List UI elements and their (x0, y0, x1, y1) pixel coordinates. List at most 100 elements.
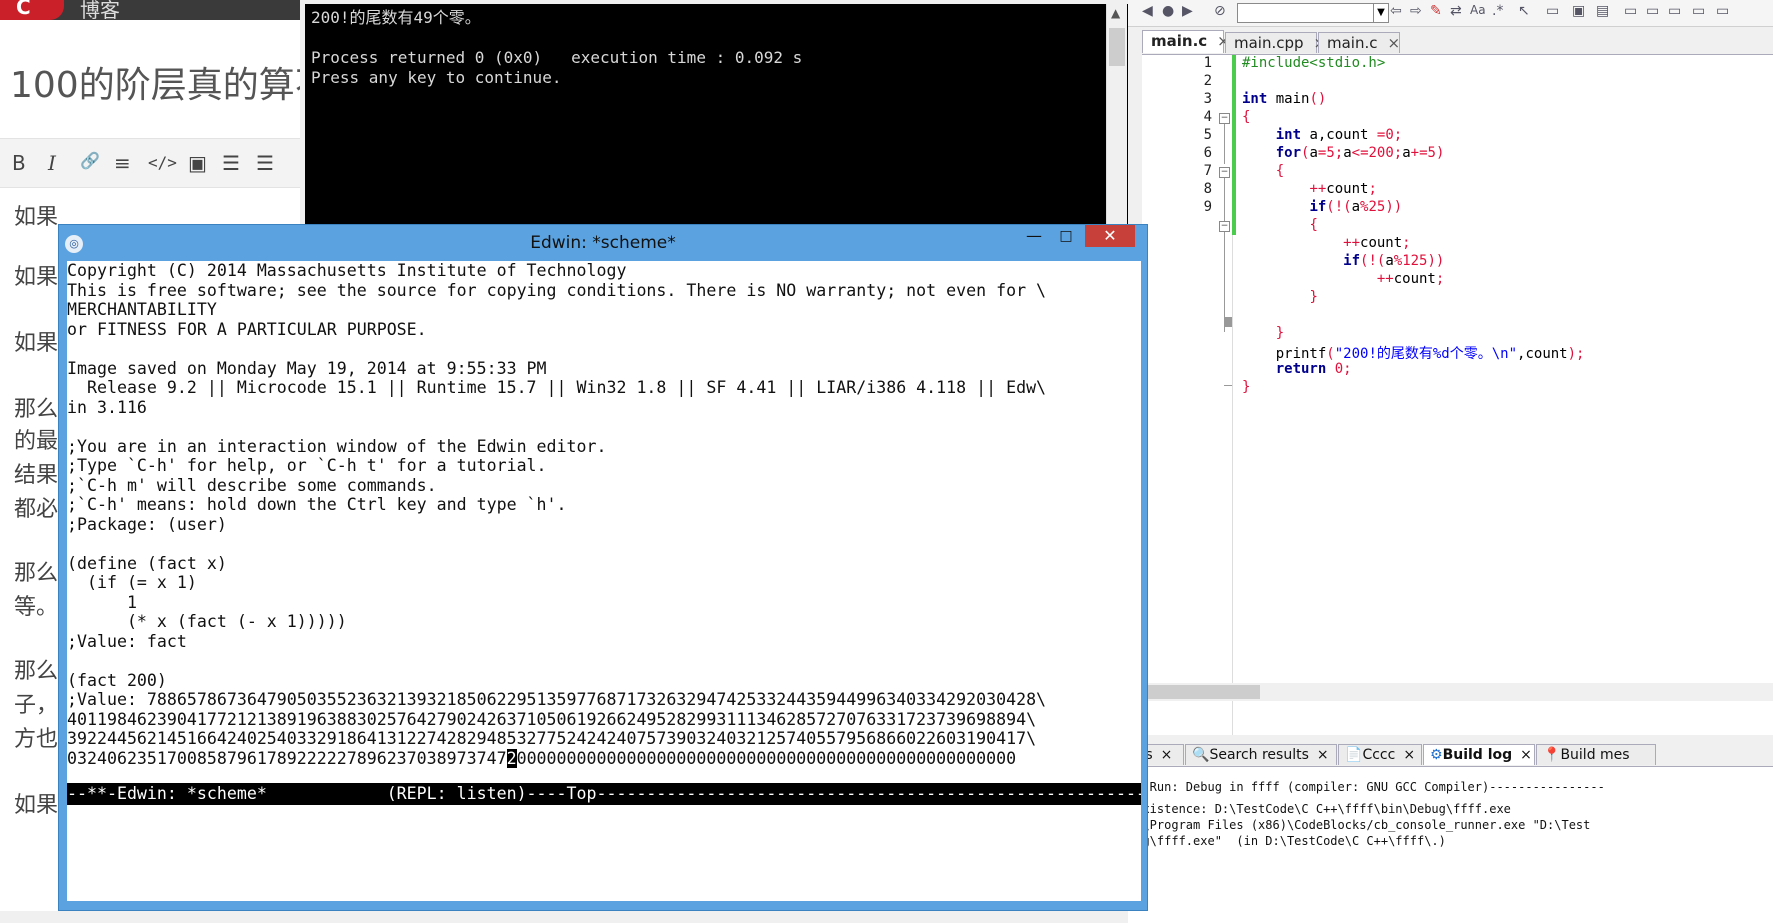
indent-icon[interactable]: ≡ (114, 151, 131, 175)
search-combo[interactable]: ▼ (1237, 3, 1389, 23)
select-icon[interactable]: ↖ (1518, 3, 1530, 19)
image-icon[interactable]: ▣ (188, 151, 207, 175)
blog-paragraph: 如果 (14, 205, 59, 230)
repl-line: ;Value: 78865786736479050355236321393218… (67, 690, 1047, 709)
close-icon[interactable]: × (1317, 747, 1329, 763)
tab-search-results[interactable]: 🔍Search results × (1185, 744, 1337, 765)
scroll-thumb[interactable] (1109, 28, 1125, 66)
forward-arrow-icon[interactable]: ⇨ (1410, 3, 1422, 19)
fold-minus-icon[interactable]: − (1219, 113, 1230, 124)
abort-icon[interactable]: ⊘ (1214, 3, 1226, 19)
layout-icon[interactable]: ▭ (1646, 3, 1659, 19)
rect-icon[interactable]: ▭ (1546, 3, 1559, 19)
repl-line: (if (= x 1) (67, 573, 197, 592)
repl-line: or FITNESS FOR A PARTICULAR PURPOSE. (67, 319, 427, 339)
repl-line: 4011984623904177212138919638830257642790… (67, 709, 1037, 729)
italic-icon[interactable]: I (48, 151, 56, 175)
repl-line: in 3.116 (67, 397, 147, 417)
chevron-down-icon[interactable]: ▼ (1373, 4, 1388, 22)
highlight-icon[interactable]: ✎ (1430, 3, 1442, 19)
csdn-logo[interactable]: C (0, 0, 64, 20)
line-gutter: 1 2 3 4 5 6 7 8 9 − − − (1142, 55, 1233, 735)
tab-build-messages[interactable]: 📍Build mes (1536, 744, 1656, 765)
code-line: ++count; (1309, 181, 1377, 197)
fold-minus-icon[interactable]: − (1219, 167, 1230, 178)
tab-main-cpp[interactable]: main.cpp× (1225, 32, 1326, 53)
editor-horizontal-scrollbar[interactable] (1142, 683, 1773, 701)
tab-main-c-2[interactable]: main.c × (1318, 32, 1400, 53)
ordered-list-icon[interactable]: ☰ (222, 151, 240, 175)
unordered-list-icon[interactable]: ☰ (256, 151, 274, 175)
editor-toolbar: B I 🔗 ≡ </> ▣ ☰ ☰ (0, 138, 300, 188)
line-number: 2 (1203, 73, 1212, 89)
code-icon[interactable]: </> (148, 153, 177, 172)
close-button[interactable]: ✕ (1085, 225, 1135, 247)
layout-icon[interactable]: ▭ (1692, 3, 1705, 19)
line-number: 8 (1203, 181, 1212, 197)
build-log-output[interactable]: -- Run: Debug in ffff (compiler: GNU GCC… (1128, 767, 1773, 923)
log-tabs: ocks× 🔍Search results× 📄Cccc× ⚙Build log… (1114, 742, 1773, 767)
log-line: C:\Program Files (x86)\CodeBlocks/cb_con… (1128, 818, 1591, 832)
link-icon[interactable]: 🔗 (80, 151, 100, 170)
minimize-button[interactable]: — (1019, 225, 1049, 247)
step-back-icon[interactable]: ◀ (1142, 3, 1153, 19)
scroll-thumb[interactable] (1142, 685, 1260, 699)
bold-icon[interactable]: B (12, 151, 26, 175)
repl-line: (define (fact x) (67, 553, 227, 573)
code-editor[interactable]: 1 2 3 4 5 6 7 8 9 − − − #include<stdio.h… (1142, 55, 1773, 735)
article-title-input[interactable]: 100的阶层真的算不 (10, 56, 300, 108)
edwin-window: ◎ Edwin: *scheme* — □ ✕ Copyright (C) 20… (58, 224, 1148, 911)
tab-cccc[interactable]: 📄Cccc × (1338, 744, 1422, 765)
step-forward-icon[interactable]: ▶ (1182, 3, 1193, 19)
back-arrow-icon[interactable]: ⇦ (1390, 3, 1402, 19)
close-icon[interactable]: × (1403, 747, 1415, 763)
repl-line: Release 9.2 || Microcode 15.1 || Runtime… (67, 378, 1047, 397)
close-icon[interactable]: × (1388, 34, 1401, 52)
regex-icon[interactable]: .* (1492, 3, 1503, 19)
console-output[interactable]: 200!的尾数有49个零。 Process returned 0 (0x0) e… (305, 4, 1135, 236)
code-line: int a,count =0; (1275, 127, 1403, 143)
blog-site-name[interactable]: 博客 (80, 0, 120, 23)
repl-line: Copyright (C) 2014 Massachusetts Institu… (67, 261, 627, 280)
record-icon[interactable]: ● (1162, 3, 1174, 19)
code-line: return 0; (1275, 361, 1352, 377)
close-icon[interactable]: × (1520, 747, 1532, 763)
code-line: for(a=5;a<=200;a+=5) (1275, 145, 1445, 161)
scroll-up-icon[interactable]: ▲ (1111, 6, 1120, 20)
fold-line (1224, 385, 1232, 386)
edwin-titlebar[interactable]: ◎ Edwin: *scheme* — □ ✕ (59, 225, 1147, 261)
layout-icon[interactable]: ▭ (1668, 3, 1681, 19)
repl-line-tail: 0000000000000000000000000000000000000000… (516, 748, 1017, 768)
repl-line (67, 651, 1141, 671)
fold-line (1224, 124, 1225, 164)
tab-label: main.c (1327, 34, 1378, 52)
layout-icon[interactable]: ▭ (1716, 3, 1729, 19)
blog-paragraph: 结果 (14, 463, 59, 488)
console-scrollbar[interactable]: ▲ (1106, 4, 1127, 236)
line-number: 7 (1203, 163, 1212, 179)
maximize-button[interactable]: □ (1051, 225, 1081, 247)
doc-icon[interactable]: ▤ (1596, 3, 1609, 19)
window-icon[interactable]: ▣ (1572, 3, 1585, 19)
blog-paragraph: 如果 (14, 331, 59, 356)
code-line: } (1309, 289, 1318, 305)
text-cursor: 2 (506, 748, 517, 768)
replace-icon[interactable]: ⇄ (1450, 3, 1462, 19)
line-number: 9 (1203, 199, 1212, 215)
tab-label: Build mes (1560, 747, 1630, 763)
tab-main-c[interactable]: main.c × (1142, 30, 1230, 53)
fold-minus-icon[interactable]: − (1219, 221, 1230, 232)
blog-paragraph: 如果 (14, 793, 59, 818)
search-results-icon: 🔍 (1192, 747, 1210, 763)
close-icon[interactable]: × (1161, 747, 1173, 763)
repl-line-head: 0324062351700858796178922222789623703897… (67, 748, 507, 768)
repl-line: ;`C-h m' will describe some commands. (67, 475, 437, 495)
blog-paragraph: 方也 (14, 727, 59, 752)
match-case-icon[interactable]: Aa (1470, 3, 1486, 17)
tab-build-log[interactable]: ⚙Build log × (1423, 744, 1535, 765)
console-line: 200!的尾数有49个零。 (311, 8, 481, 27)
repl-buffer[interactable]: Copyright (C) 2014 Massachusetts Institu… (67, 261, 1141, 901)
code-line: if(!(a%25)) (1309, 199, 1403, 215)
layout-icon[interactable]: ▭ (1624, 3, 1637, 19)
